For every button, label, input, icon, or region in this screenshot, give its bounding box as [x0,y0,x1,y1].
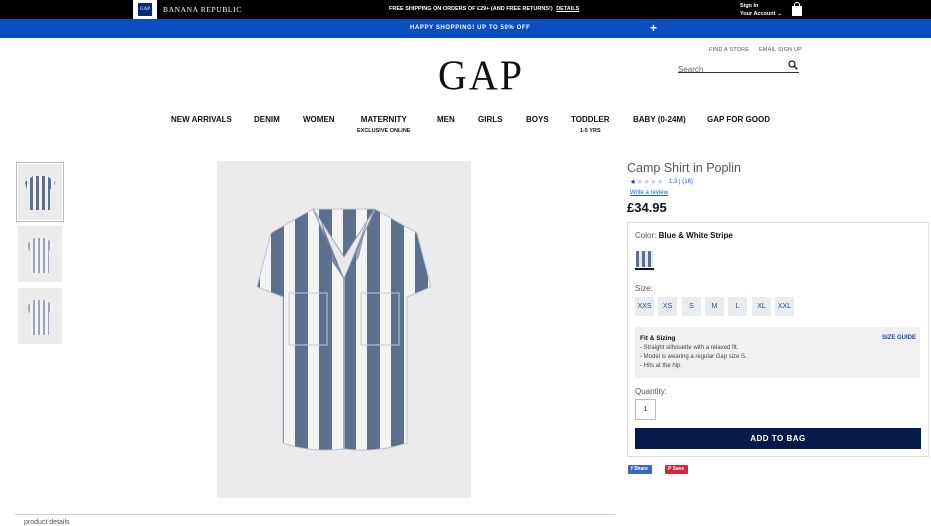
search-icon[interactable] [788,60,798,70]
nav-sublabel: 1-5 YRS [579,128,601,134]
size-label: Size: [635,284,653,293]
nav-label: NEW ARRIVALS [171,115,232,124]
product-thumbnail-1[interactable] [16,162,64,222]
star-icon: ★★★★ [636,179,664,186]
search-box [678,59,799,76]
signin-label: Sign In [740,3,759,9]
shirt-thumbnail-image [27,238,53,273]
email-signup-link[interactable]: EMAIL SIGN UP [759,47,802,53]
size-m-button[interactable]: M [705,297,724,316]
shirt-thumbnail-image [25,176,55,210]
share-label: Share [634,466,648,472]
color-label: Color: Blue & White Stripe [635,231,733,240]
shirt-thumbnail-image [27,300,53,335]
fit-sizing-box: Fit & Sizing SIZE GUIDE - Straight silho… [635,327,920,378]
nav-label: WOMEN [303,115,335,124]
promo-text: HAPPY SHOPPING! UP TO 50% OFF [410,25,531,31]
nav-girls[interactable]: GIRLS [478,115,502,124]
nav-men[interactable]: MEN [437,115,455,124]
size-l-button[interactable]: L [728,297,747,316]
product-details-heading[interactable]: product details [24,519,70,526]
quantity-stepper[interactable]: 1 [635,399,656,420]
star-icon: ★ [630,179,637,186]
nav-label: GAP FOR GOOD [707,115,770,124]
quantity-label: Quantity: [635,387,668,396]
top-utility-bar: GAP BANANA REPUBLIC FREE SHIPPING ON ORD… [0,0,931,19]
color-swatch-blue-white-stripe[interactable] [635,250,654,270]
size-xs-button[interactable]: XS [658,297,677,316]
header-utility-links: FIND A STORE EMAIL SIGN UP [709,47,810,53]
plus-icon[interactable]: + [650,22,657,34]
striped-shirt-image [256,208,432,451]
facebook-share-button[interactable]: f Share [628,465,652,474]
fit-line: - Straight silhouette with a relaxed fit… [640,345,739,351]
size-xxl-button[interactable]: XXL [775,297,794,316]
product-title: Camp Shirt in Poplin [627,161,741,175]
free-shipping-details-link[interactable]: DETAILS [556,6,579,12]
pinterest-save-button[interactable]: P Save [665,465,689,474]
nav-label: TODDLER [571,115,610,124]
nav-gap-for-good[interactable]: GAP FOR GOOD [707,115,770,124]
color-label-text: Color: [635,231,657,240]
nav-label: BABY (0-24M) [633,115,686,124]
write-review-link[interactable]: Write a review [630,190,668,196]
chevron-down-icon: ⌄ [777,11,782,17]
save-label: Save [672,466,685,472]
nav-label: DENIM [254,115,280,124]
nav-label: BOYS [526,115,549,124]
bag-icon[interactable] [791,2,803,16]
divider [15,514,615,515]
fit-sizing-title: Fit & Sizing [640,335,676,342]
nav-maternity[interactable]: MATERNITY EXCLUSIVE ONLINE [357,115,410,134]
nav-baby[interactable]: BABY (0-24M) [633,115,686,124]
nav-sublabel: EXCLUSIVE ONLINE [357,128,411,134]
nav-label: MATERNITY [360,115,407,124]
free-shipping-text: FREE SHIPPING ON ORDERS OF £29+ (AND FRE… [389,6,553,12]
nav-label: MEN [437,115,455,124]
rating-count[interactable]: 1.3 | (16) [669,179,693,185]
find-store-link[interactable]: FIND A STORE [709,47,749,53]
size-xxs-button[interactable]: XXS [635,297,654,316]
nav-women[interactable]: WOMEN [303,115,335,124]
nav-boys[interactable]: BOYS [526,115,549,124]
gap-mini-logo[interactable]: GAP [133,0,157,19]
account-label: Your Account [740,11,776,17]
star-rating[interactable]: ★★★★★ [630,178,664,186]
account-menu[interactable]: Sign In Your Account ⌄ [740,2,782,18]
product-main-image[interactable] [217,161,471,498]
product-price: £34.95 [627,200,667,215]
size-guide-link[interactable]: SIZE GUIDE [882,335,916,341]
nav-new-arrivals[interactable]: NEW ARRIVALS [171,115,232,124]
promo-banner[interactable]: HAPPY SHOPPING! UP TO 50% OFF + [0,19,931,38]
banana-republic-link[interactable]: BANANA REPUBLIC [163,5,242,14]
search-input[interactable] [678,63,778,76]
size-xl-button[interactable]: XL [752,297,771,316]
product-thumbnail-3[interactable] [18,288,62,344]
product-thumbnail-2[interactable] [18,226,62,282]
add-to-bag-button[interactable]: ADD TO BAG [635,428,921,449]
color-value: Blue & White Stripe [658,231,733,240]
swatch-pattern [636,251,653,267]
nav-label: GIRLS [478,115,503,124]
size-s-button[interactable]: S [682,297,701,316]
nav-denim[interactable]: DENIM [254,115,280,124]
nav-toddler[interactable]: TODDLER 1-5 YRS [571,115,610,134]
gap-mini-logo-mark: GAP [138,3,152,16]
free-shipping-message: FREE SHIPPING ON ORDERS OF £29+ (AND FRE… [389,6,579,12]
fit-line: - Hits at the hip. [640,363,683,369]
fit-line: - Model is wearing a regular Gap size S. [640,354,747,360]
gap-logo[interactable]: GAP [438,51,524,100]
